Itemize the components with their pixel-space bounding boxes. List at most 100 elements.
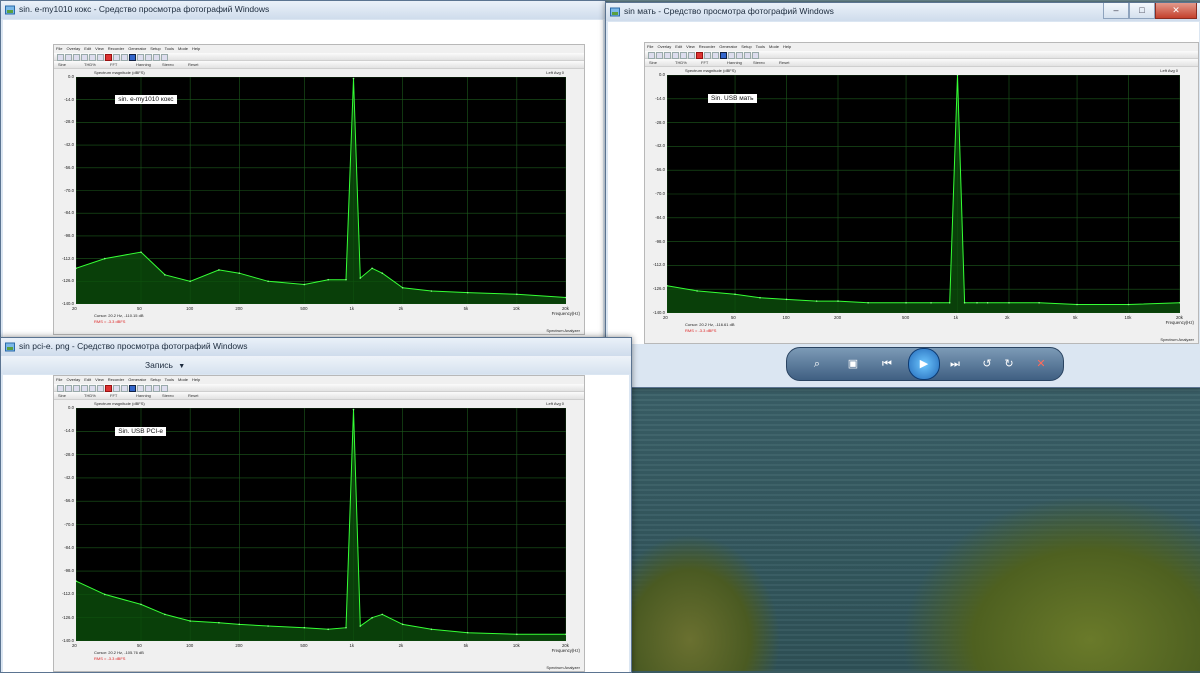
analyzer-menu-item[interactable]: Setup [150,46,160,51]
toolbar-field[interactable]: FFT [110,393,117,398]
next-button[interactable]: ⏭ [945,354,965,374]
toolbar-icon[interactable] [113,385,120,392]
fit-window-button[interactable]: ▣ [843,354,863,374]
toolbar-icon[interactable] [113,54,120,61]
toolbar-icon[interactable] [65,54,72,61]
toolbar-icon[interactable] [105,385,112,392]
analyzer-menu-item[interactable]: Setup [741,44,751,49]
title-bar[interactable]: sin pci-e. png - Средство просмотра фото… [1,338,631,356]
analyzer-menu-item[interactable]: Setup [150,377,160,382]
slideshow-button[interactable]: ▶ [908,348,940,380]
analyzer-menu-item[interactable]: Mode [178,46,188,51]
analyzer-menu-item[interactable]: Overlay [657,44,671,49]
analyzer-menu-item[interactable]: Help [783,44,791,49]
toolbar-field[interactable]: THD% [675,60,687,65]
toolbar-field[interactable]: Sine [649,60,657,65]
toolbar-icon[interactable] [720,52,727,59]
photo-viewer-window-pcie[interactable]: sin pci-e. png - Средство просмотра фото… [0,337,632,673]
analyzer-menu-item[interactable]: Recorder [699,44,715,49]
toolbar-icon[interactable] [73,385,80,392]
toolbar-icon[interactable] [736,52,743,59]
toolbar-icon[interactable] [137,54,144,61]
toolbar-icon[interactable] [129,385,136,392]
analyzer-menu-item[interactable]: Overlay [66,46,80,51]
toolbar-icon[interactable] [65,385,72,392]
analyzer-menu-item[interactable]: Help [192,46,200,51]
toolbar-field[interactable]: THD% [84,393,96,398]
toolbar-field[interactable]: Stereo [753,60,765,65]
previous-button[interactable]: ⏮ [877,354,897,374]
analyzer-menu-item[interactable]: Generator [128,377,146,382]
analyzer-menu-item[interactable]: Generator [719,44,737,49]
toolbar-field[interactable]: THD% [84,62,96,67]
analyzer-menu-item[interactable]: Recorder [108,46,124,51]
analyzer-menu-item[interactable]: Tools [165,46,174,51]
toolbar-icon[interactable] [121,54,128,61]
toolbar-icon[interactable] [89,385,96,392]
rotate-left-button[interactable]: ↺ [977,354,997,374]
title-bar[interactable]: sin мать - Средство просмотра фотографий… [606,3,1200,21]
toolbar-icon[interactable] [648,52,655,59]
toolbar-field[interactable]: Hanning [727,60,742,65]
toolbar-icon[interactable] [672,52,679,59]
toolbar-icon[interactable] [81,54,88,61]
title-bar[interactable]: sin. e-my1010 кокс - Средство просмотра … [1,1,605,19]
analyzer-menu-item[interactable]: Generator [128,46,146,51]
analyzer-menu-item[interactable]: Tools [756,44,765,49]
record-menu[interactable]: Запись ▼ [145,360,185,370]
toolbar-field[interactable]: Sine [58,62,66,67]
toolbar-field[interactable]: FFT [701,60,708,65]
toolbar-icon[interactable] [752,52,759,59]
toolbar-field[interactable]: Reset [188,393,198,398]
toolbar-icon[interactable] [145,54,152,61]
analyzer-menu-item[interactable]: File [56,377,62,382]
zoom-button[interactable]: ⌕ [807,354,827,374]
photo-viewer-window-ecoax[interactable]: sin. e-my1010 кокс - Средство просмотра … [0,0,606,339]
toolbar-icon[interactable] [89,54,96,61]
toolbar-field[interactable]: FFT [110,62,117,67]
toolbar-icon[interactable] [73,54,80,61]
toolbar-field[interactable]: Sine [58,393,66,398]
toolbar-icon[interactable] [129,54,136,61]
analyzer-menu-item[interactable]: File [56,46,62,51]
analyzer-menu-item[interactable]: Edit [84,46,91,51]
minimize-button[interactable]: – [1103,3,1129,19]
analyzer-menu-item[interactable]: Tools [165,377,174,382]
toolbar-icon[interactable] [57,385,64,392]
toolbar-icon[interactable] [688,52,695,59]
toolbar-icon[interactable] [97,385,104,392]
analyzer-menu-item[interactable]: Mode [769,44,779,49]
toolbar-icon[interactable] [712,52,719,59]
toolbar-icon[interactable] [137,385,144,392]
delete-button[interactable]: ✕ [1031,354,1051,374]
analyzer-menu-item[interactable]: Recorder [108,377,124,382]
toolbar-field[interactable]: Hanning [136,62,151,67]
analyzer-menu-item[interactable]: Overlay [66,377,80,382]
maximize-button[interactable]: □ [1129,3,1155,19]
rotate-right-button[interactable]: ↻ [999,354,1019,374]
analyzer-menu-item[interactable]: View [95,46,104,51]
toolbar-icon[interactable] [704,52,711,59]
analyzer-menu-item[interactable]: Edit [84,377,91,382]
close-button[interactable]: ✕ [1155,3,1197,19]
toolbar-field[interactable]: Reset [779,60,789,65]
toolbar-icon[interactable] [81,385,88,392]
toolbar-field[interactable]: Hanning [136,393,151,398]
analyzer-menu-item[interactable]: File [647,44,653,49]
toolbar-field[interactable]: Reset [188,62,198,67]
toolbar-icon[interactable] [121,385,128,392]
toolbar-icon[interactable] [161,54,168,61]
toolbar-icon[interactable] [161,385,168,392]
toolbar-icon[interactable] [664,52,671,59]
toolbar-icon[interactable] [656,52,663,59]
toolbar-icon[interactable] [744,52,751,59]
toolbar-icon[interactable] [153,54,160,61]
toolbar-icon[interactable] [145,385,152,392]
analyzer-menu-item[interactable]: View [95,377,104,382]
toolbar-icon[interactable] [57,54,64,61]
toolbar-icon[interactable] [728,52,735,59]
photo-viewer-window-usb-board[interactable]: sin мать - Средство просмотра фотографий… [605,2,1200,388]
analyzer-menu-item[interactable]: Edit [675,44,682,49]
toolbar-field[interactable]: Stereo [162,62,174,67]
analyzer-menu-item[interactable]: Mode [178,377,188,382]
